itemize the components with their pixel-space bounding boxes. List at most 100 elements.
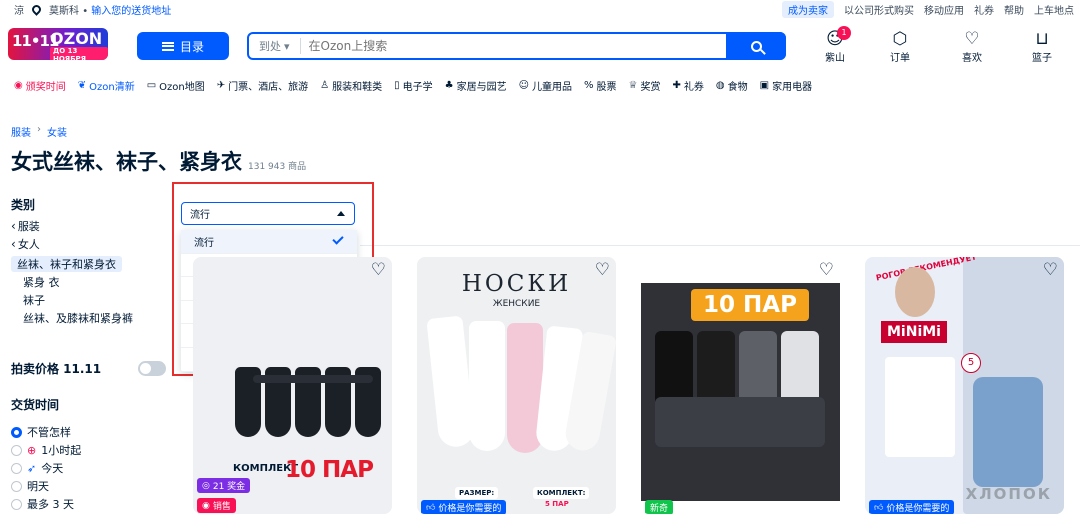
breadcrumb: 服装 › 女装: [11, 124, 67, 139]
percent-icon: %: [584, 79, 594, 91]
product-count: 131 943 商品: [248, 162, 307, 172]
header-basket-button[interactable]: ⊔ 篮子: [1020, 29, 1064, 65]
radio-button[interactable]: [11, 462, 22, 474]
nav-item[interactable]: ◍ 食物: [715, 78, 748, 93]
percent-icon: ◉: [202, 500, 210, 511]
new-label: 新奇: [645, 500, 674, 514]
clothes-icon: ♙: [320, 79, 330, 91]
nav-item[interactable]: ◉ 颁奖时间: [14, 78, 66, 93]
nav-item[interactable]: ✈ 门票、酒店、旅游: [216, 78, 308, 93]
nav-item[interactable]: ✚ 礼券: [672, 78, 704, 93]
header-box-button[interactable]: ⬡ 订单: [878, 30, 922, 65]
top-link[interactable]: 上车地点: [1034, 2, 1074, 17]
address-link[interactable]: 输入您的送货地址: [91, 6, 171, 17]
notification-badge: 1: [837, 26, 851, 40]
product-card[interactable]: ♡ НОСКИ ЖЕНСКИЕ РАЗМЕР: КОМПЛЕКТ: 5 ПАР …: [417, 257, 616, 514]
sort-dropdown[interactable]: 流行: [181, 202, 355, 225]
heart-icon[interactable]: ♡: [1043, 262, 1058, 279]
sale-price-filter: 拍卖价格 11.11: [11, 360, 166, 377]
radio-button[interactable]: [11, 444, 22, 456]
nav-item[interactable]: % 股票: [584, 78, 617, 93]
search-button[interactable]: [726, 32, 786, 60]
category-sub-item[interactable]: 丝袜、及膝袜和紧身裤: [11, 309, 171, 327]
radio-button[interactable]: [11, 426, 22, 438]
price-label: 👍︎ 价格是你需要的: [869, 500, 955, 514]
header: 11•11 OZON ДО 13 НОЯБРЯ 目录 到处 ▾ ☺紫山1 ⬡订单 ♡…: [0, 22, 1080, 72]
delivery-heading: 交货时间: [11, 398, 60, 412]
category-back-item[interactable]: ‹ 服装: [11, 217, 171, 235]
category-selected[interactable]: 丝袜、袜子和紧身衣: [11, 256, 122, 272]
card-icon: ▭: [146, 79, 157, 91]
product-card[interactable]: ♡ КОМПЛЕКТ 10 ПАР ◎ 21 奖金 ◉ 销售: [193, 257, 392, 514]
catalog-button[interactable]: 目录: [137, 32, 229, 60]
category-sub-item[interactable]: 紧身 衣: [11, 273, 171, 291]
radio-button[interactable]: [11, 480, 22, 492]
heart-icon[interactable]: ♡: [595, 262, 610, 279]
search-scope-dropdown[interactable]: 到处 ▾: [249, 38, 301, 54]
phone-icon: ▯: [394, 79, 400, 91]
sale-label: ◉ 销售: [197, 498, 236, 513]
card-text: 10 ПАР: [691, 289, 809, 321]
page-title: 女式丝袜、袜子、紧身衣 131 943 商品: [11, 150, 307, 174]
delivery-option[interactable]: 不管怎样: [11, 423, 171, 441]
delivery-option[interactable]: 最多 3 天: [11, 495, 171, 513]
nav-item[interactable]: ▭ Ozon地图: [146, 78, 205, 93]
coin-icon: ◎: [202, 480, 210, 491]
category-filter: 类别 ‹ 服装 ‹ 女人 丝袜、袜子和紧身衣 紧身 衣 袜子 丝袜、及膝袜和紧身…: [11, 196, 171, 327]
product-card[interactable]: ♡ 10 ПАР 新奇: [641, 257, 840, 514]
nav-item[interactable]: ♕ 奖赏: [629, 78, 661, 93]
category-sub-item[interactable]: 袜子: [11, 291, 171, 309]
breadcrumb-item[interactable]: 服装: [11, 124, 31, 139]
sort-option[interactable]: 流行: [181, 230, 357, 254]
appliance-icon: ▣: [759, 79, 770, 91]
divider: [360, 245, 1080, 246]
breadcrumb-item[interactable]: 女装: [47, 124, 67, 139]
nav-item[interactable]: ♙ 服装和鞋类: [320, 78, 382, 93]
plane-icon: ✈: [216, 79, 226, 91]
heart-icon[interactable]: ♡: [371, 262, 386, 279]
card-text: 5: [961, 353, 981, 373]
top-strip: 涼 莫斯科 • 输入您的送货地址 成为卖家 以公司形式购买 移动应用 礼券 帮助 上车地点: [0, 0, 1080, 18]
leaf-icon: ❦: [77, 79, 87, 91]
product-card[interactable]: ♡ РОГОВ РЕКОМЕНДУЕТ MiNiMi 5 ХЛОПОК 👍︎ 价格…: [865, 257, 1064, 514]
heart-icon[interactable]: ♡: [819, 262, 834, 279]
basket-icon: ⊔: [1035, 29, 1049, 49]
record-icon: ◉: [14, 79, 23, 91]
top-link[interactable]: 礼券: [974, 2, 994, 17]
top-link[interactable]: 帮助: [1004, 2, 1024, 17]
heart-icon: ♡: [964, 29, 980, 49]
delivery-option[interactable]: ➶ 今天: [11, 459, 171, 477]
sale-price-toggle[interactable]: [138, 361, 166, 376]
nav-item[interactable]: ▣ 家用电器: [759, 78, 812, 93]
nav-item[interactable]: ☺ 儿童用品: [518, 78, 572, 93]
nav-item[interactable]: ♣ 家居与园艺: [445, 78, 507, 93]
nav-item[interactable]: ▯ 电子学: [394, 78, 433, 93]
delivery-icon: ➶: [27, 461, 37, 475]
baby-icon: ☺: [518, 79, 530, 91]
size-label: РАЗМЕР:: [455, 487, 499, 499]
radio-button[interactable]: [11, 498, 22, 510]
food-icon: ◍: [715, 79, 725, 91]
delivery-option[interactable]: ⊕ 1小时起: [11, 441, 171, 459]
ozon-logo[interactable]: 11•11 OZON ДО 13 НОЯБРЯ: [8, 28, 108, 60]
delivery-option[interactable]: 明天: [11, 477, 171, 495]
category-heading: 类别: [11, 198, 36, 212]
nav-item[interactable]: ❦ Ozon清新: [77, 78, 135, 93]
header-heart-button[interactable]: ♡ 喜欢: [950, 29, 994, 65]
top-link[interactable]: 以公司形式购买: [844, 2, 914, 17]
card-text: 10 ПАР: [285, 457, 374, 483]
top-link[interactable]: 移动应用: [924, 2, 964, 17]
thumbs-up-icon: 👍︎: [426, 502, 436, 513]
gift-icon: ✚: [672, 79, 681, 91]
header-smiley-button[interactable]: ☺ 紫山 1: [813, 26, 857, 64]
card-text: MiNiMi: [881, 321, 947, 343]
price-label: 👍︎ 价格是你需要的: [421, 500, 507, 514]
search-input[interactable]: [300, 39, 681, 53]
chevron-left-icon: ‹: [11, 237, 16, 251]
become-seller-link[interactable]: 成为卖家: [782, 1, 834, 18]
menu-icon: [161, 41, 174, 51]
delivery-icon: ⊕: [27, 443, 37, 457]
city-link[interactable]: 莫斯科 • 输入您的送货地址: [49, 2, 171, 17]
category-nav: ◉ 颁奖时间 ❦ Ozon清新 ▭ Ozon地图 ✈ 门票、酒店、旅游 ♙ 服装和鞋类 ▯ 电子学 ♣ 家…: [14, 78, 812, 93]
category-back-item[interactable]: ‹ 女人: [11, 235, 171, 253]
